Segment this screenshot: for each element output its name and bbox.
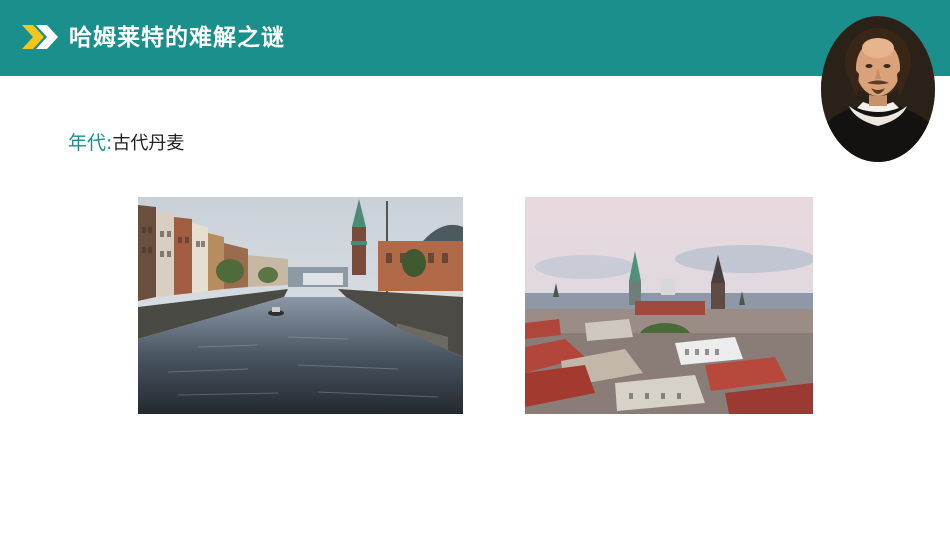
page-title: 哈姆莱特的难解之谜 — [69, 25, 285, 51]
copenhagen-rooftops-photo — [525, 197, 813, 414]
double-chevron-right-icon — [22, 25, 58, 49]
era-label: 年代: — [68, 132, 113, 154]
copenhagen-canal-photo — [138, 197, 463, 414]
era-value: 古代丹麦 — [112, 133, 185, 154]
shakespeare-portrait — [821, 16, 935, 162]
header-bar: 哈姆莱特的难解之谜 — [0, 0, 950, 76]
era-line: 年代:古代丹麦 — [68, 129, 184, 158]
